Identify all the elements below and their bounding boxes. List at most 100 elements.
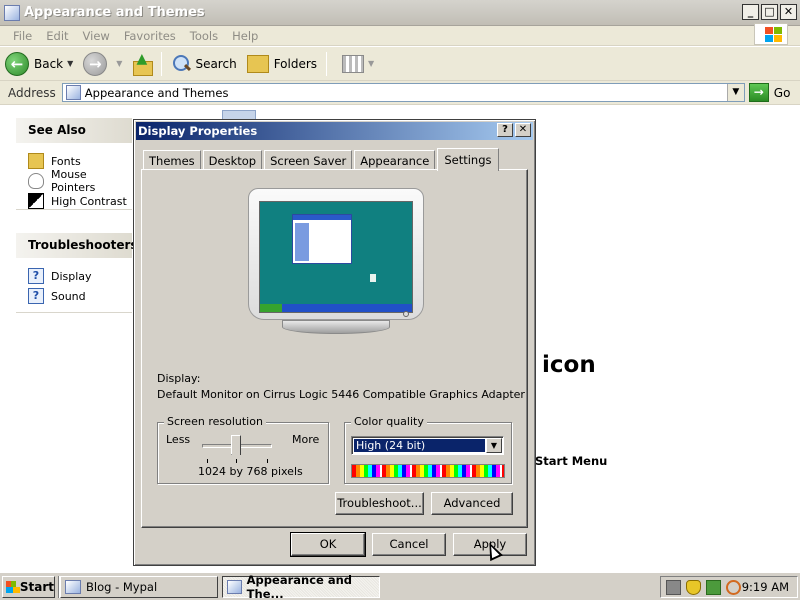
help-icon: ?	[28, 288, 44, 304]
system-tray: 9:19 AM	[660, 576, 798, 598]
taskbar-item-blog-mypal[interactable]: Blog - Mypal	[60, 576, 218, 598]
network-icon[interactable]	[706, 579, 721, 595]
folders-button[interactable]: Folders	[242, 50, 322, 78]
dialog-tabs: Themes Desktop Screen Saver Appearance S…	[143, 148, 501, 171]
monitor-screen	[259, 201, 413, 313]
color-quality-select[interactable]: High (24 bit) ▼	[351, 436, 504, 455]
display-value: Default Monitor on Cirrus Logic 5446 Com…	[157, 388, 525, 401]
dialog-title: Display Properties	[138, 124, 258, 138]
clock[interactable]: 9:19 AM	[742, 580, 789, 594]
ok-button[interactable]: OK	[290, 532, 366, 557]
back-button[interactable]: ← Back ▼	[0, 50, 78, 78]
back-dropdown-icon[interactable]: ▼	[67, 59, 73, 68]
color-quality-group: Color quality High (24 bit) ▼	[344, 415, 512, 484]
tab-settings[interactable]: Settings	[437, 148, 499, 171]
address-bar: Address Appearance and Themes ▼ → Go	[0, 81, 800, 105]
content-heading-icon: icon	[542, 352, 596, 378]
slider-tick	[207, 459, 208, 463]
troubleshooter-item-sound[interactable]: ? Sound	[16, 286, 132, 306]
fonts-folder-icon	[28, 153, 44, 169]
dialog-titlebar[interactable]: Display Properties ? ✕	[136, 122, 533, 140]
search-icon[interactable]	[726, 579, 741, 595]
forward-dropdown-icon[interactable]: ▼	[116, 59, 122, 68]
menu-edit[interactable]: Edit	[39, 29, 75, 43]
troubleshooters-panel: Troubleshooters ? Display ? Sound	[16, 233, 138, 313]
maximize-button[interactable]: □	[761, 4, 778, 20]
windows-logo-icon	[754, 23, 788, 45]
tab-themes[interactable]: Themes	[143, 150, 201, 170]
folders-icon	[246, 54, 269, 73]
color-spectrum-bar	[351, 464, 505, 478]
search-label: Search	[195, 56, 237, 71]
minimize-button[interactable]: _	[742, 4, 759, 20]
tab-appearance[interactable]: Appearance	[354, 150, 436, 170]
start-button[interactable]: Start	[2, 576, 55, 598]
search-button[interactable]: Search	[166, 50, 241, 78]
resolution-slider-thumb[interactable]	[231, 435, 241, 457]
folder-icon	[65, 85, 81, 100]
see-also-panel: See Also Fonts Mouse Pointers High Contr…	[16, 118, 132, 210]
views-button[interactable]: ▼	[331, 50, 379, 78]
troubleshooters-title[interactable]: Troubleshooters	[16, 233, 138, 258]
go-arrow-icon: →	[748, 83, 769, 102]
monitor-power-led	[403, 311, 409, 317]
task-pane: See Also Fonts Mouse Pointers High Contr…	[0, 106, 138, 572]
tab-screen-saver[interactable]: Screen Saver	[264, 150, 353, 170]
forward-button[interactable]: → ▼	[78, 50, 127, 78]
views-icon	[342, 54, 365, 73]
display-properties-dialog: Display Properties ? ✕ Themes Desktop Sc…	[133, 119, 536, 566]
tab-desktop[interactable]: Desktop	[202, 150, 263, 170]
troubleshooter-item-display[interactable]: ? Display	[16, 266, 132, 286]
resolution-more-label: More	[292, 433, 320, 446]
troubleshooter-item-label: Sound	[51, 289, 86, 303]
back-label: Back	[34, 56, 64, 71]
toolbar: ← Back ▼ → ▼ Search Folders ▼	[0, 47, 800, 81]
see-also-item-label: Mouse Pointers	[51, 168, 96, 194]
slider-tick	[267, 459, 268, 463]
taskbar-item-appearance-and-themes[interactable]: Appearance and The...	[222, 573, 380, 600]
troubleshooter-item-label: Display	[51, 269, 92, 283]
monitor-icon	[248, 188, 424, 320]
mouse-icon	[28, 173, 44, 189]
screen-resolution-legend: Screen resolution	[164, 415, 266, 428]
see-also-item-label: High Contrast	[51, 194, 127, 208]
menu-file[interactable]: File	[6, 29, 39, 43]
browser-icon	[65, 580, 81, 594]
forward-arrow-icon: →	[83, 51, 108, 76]
address-dropdown-icon[interactable]: ▼	[726, 84, 744, 101]
cancel-button[interactable]: Cancel	[372, 533, 446, 556]
toolbar-separator	[161, 51, 163, 76]
resolution-value: 1024 by 768 pixels	[198, 465, 303, 478]
menu-view[interactable]: View	[76, 29, 117, 43]
dialog-help-button[interactable]: ?	[497, 123, 513, 137]
screen-resolution-group: Screen resolution Less More 1024 by 768 …	[157, 415, 329, 484]
see-also-item-high-contrast[interactable]: High Contrast	[16, 191, 132, 211]
menu-bar: File Edit View Favorites Tools Help	[0, 26, 800, 46]
close-button[interactable]: ✕	[780, 4, 797, 20]
address-input[interactable]: Appearance and Themes ▼	[61, 83, 745, 102]
menu-help[interactable]: Help	[225, 29, 265, 43]
chevron-down-icon[interactable]: ▼	[486, 438, 502, 453]
color-quality-legend: Color quality	[351, 415, 427, 428]
menu-tools[interactable]: Tools	[183, 29, 225, 43]
see-also-item-mouse-pointers[interactable]: Mouse Pointers	[16, 168, 132, 194]
window-titlebar[interactable]: Appearance and Themes _ □ ✕	[0, 0, 800, 26]
go-button[interactable]: → Go	[748, 83, 791, 102]
menu-favorites[interactable]: Favorites	[117, 29, 183, 43]
security-shield-icon[interactable]	[686, 579, 701, 595]
dialog-close-button[interactable]: ✕	[515, 123, 531, 137]
taskbar: Start Blog - Mypal Appearance and The...…	[0, 572, 800, 600]
advanced-button[interactable]: Advanced	[431, 492, 513, 515]
preview-desktop-icon	[370, 274, 376, 282]
start-label: Start	[19, 580, 54, 594]
window-title: Appearance and Themes	[24, 5, 205, 20]
troubleshoot-button[interactable]: Troubleshoot...	[335, 492, 424, 515]
go-label: Go	[773, 85, 791, 100]
contrast-icon	[28, 193, 44, 209]
keyboard-icon[interactable]	[666, 579, 681, 595]
see-also-title[interactable]: See Also	[16, 118, 132, 143]
views-dropdown-icon[interactable]: ▼	[368, 59, 374, 68]
content-text-start-menu[interactable]: Start Menu	[535, 454, 607, 468]
up-folder-icon[interactable]	[131, 51, 154, 76]
display-label: Display:	[157, 372, 201, 385]
